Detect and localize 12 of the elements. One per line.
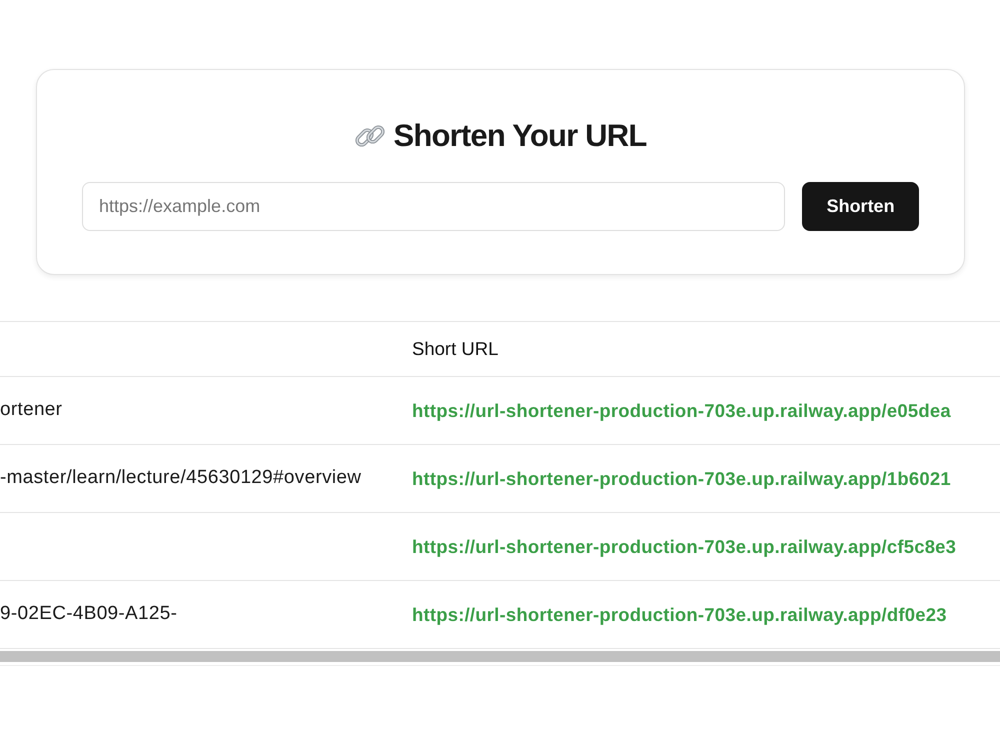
shorten-button[interactable]: Shorten	[802, 182, 919, 231]
table-cell-text: -master/learn/lecture/45630129#overview	[0, 466, 362, 490]
column-heading: Short URL	[412, 337, 498, 362]
short-url-link[interactable]: https://url-shortener-production-703e.up.railway.app/df0e23	[412, 600, 947, 628]
short-url-link[interactable]: https://url-shortener-production-703e.up.railway.app/1b6021	[412, 464, 951, 492]
url-input[interactable]: https://example.com	[82, 182, 786, 231]
page-title: Shorten Your URL	[393, 118, 646, 154]
table-cell-text: 9-02EC-4B09-A125-	[0, 602, 178, 626]
short-url-link[interactable]: https://url-shortener-production-703e.up.railway.app/e05dea	[412, 396, 951, 424]
horizontal-scrollbar[interactable]	[0, 651, 1000, 662]
short-url-link[interactable]: https://url-shortener-production-703e.up.railway.app/cf5c8e3	[412, 532, 956, 560]
table-cell-text: ortener	[0, 398, 62, 422]
